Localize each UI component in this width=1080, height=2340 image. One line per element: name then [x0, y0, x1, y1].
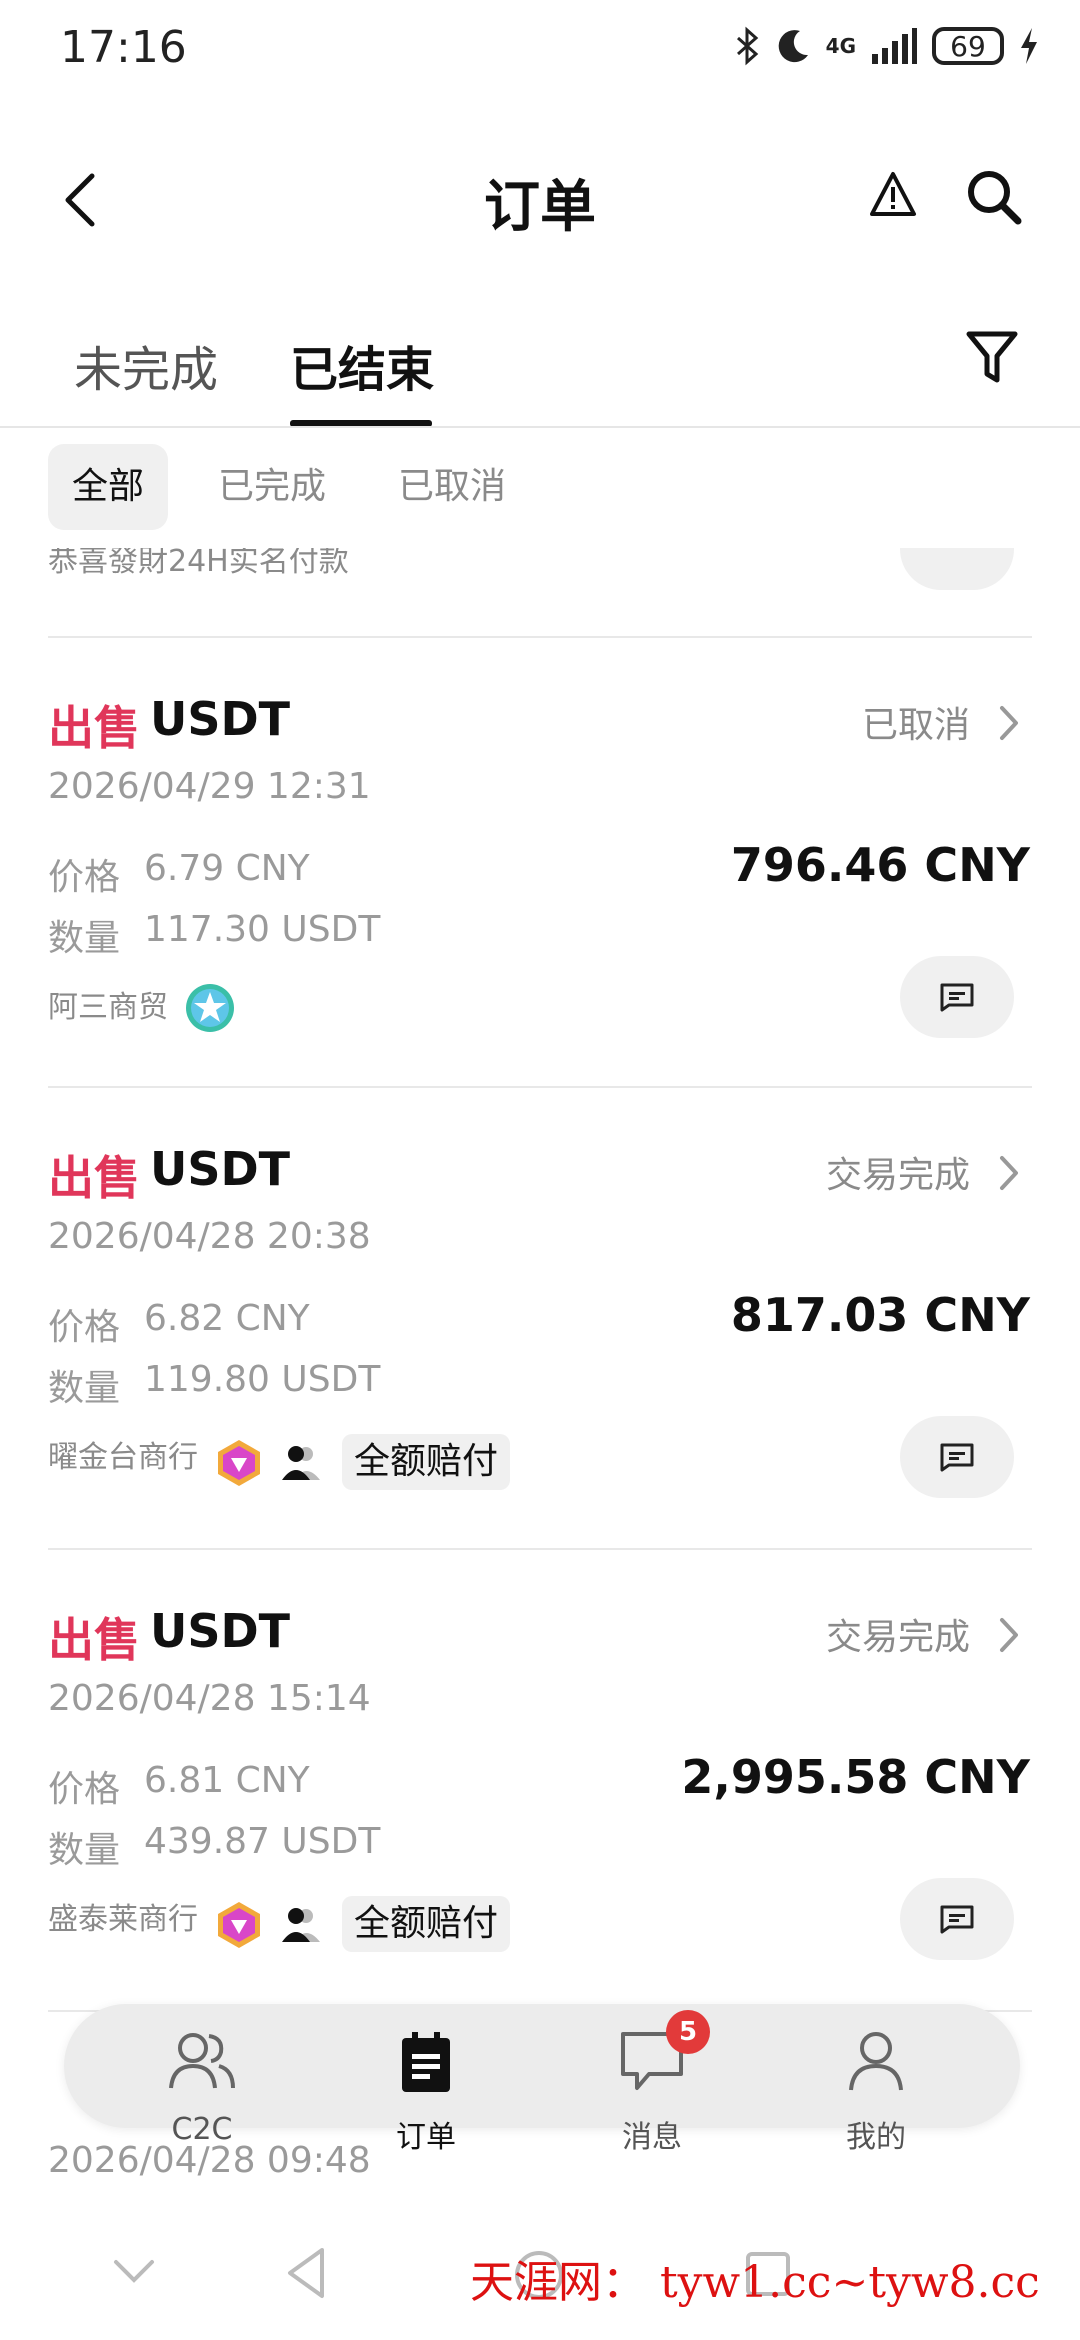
- order-status: 交易完成: [825, 1617, 970, 1658]
- system-back-icon[interactable]: [284, 2246, 328, 2300]
- merchant-name: 盛泰莱商行: [48, 1902, 198, 1937]
- chip-all[interactable]: 全部: [48, 444, 169, 530]
- order-asset: USDT: [150, 1604, 291, 1658]
- nav-label-orders: 订单: [396, 2120, 456, 2155]
- chat-button[interactable]: [900, 1878, 1014, 1960]
- price-label: 价格: [48, 857, 121, 898]
- nav-orders[interactable]: 订单: [346, 2030, 506, 2155]
- order-date: 2026/04/28 15:14: [48, 1678, 371, 1719]
- page-title: 订单: [484, 175, 596, 240]
- moon-icon: [778, 30, 808, 63]
- order-total: 2,995.58 CNY: [681, 1750, 1030, 1804]
- chip-cancelled[interactable]: 已取消: [374, 444, 530, 530]
- nav-c2c[interactable]: C2C: [122, 2030, 282, 2147]
- clipboard-icon: [402, 2032, 450, 2092]
- charging-icon: [1021, 28, 1037, 64]
- order-qty: 119.80 USDT: [144, 1359, 381, 1400]
- order-status: 交易完成: [825, 1155, 970, 1196]
- divider: [48, 1548, 1032, 1550]
- verified-user-icon: [282, 1446, 320, 1480]
- search-icon: [968, 171, 1022, 225]
- price-label: 价格: [48, 1769, 121, 1810]
- status-icons: 4G 69: [734, 26, 1040, 66]
- tab-ongoing[interactable]: 未完成: [74, 330, 218, 400]
- nav-label-messages: 消息: [622, 2120, 682, 2155]
- order-side: 出售: [48, 1613, 140, 1667]
- chat-button[interactable]: [900, 1416, 1014, 1498]
- network-label: 4G: [825, 34, 856, 58]
- users-icon: [169, 2033, 235, 2089]
- tabs-divider: [0, 426, 1080, 428]
- divider: [48, 1086, 1032, 1088]
- price-label: 价格: [48, 1307, 121, 1348]
- message-count-badge: 5: [666, 2010, 710, 2054]
- warning-button[interactable]: [868, 170, 918, 222]
- tab-finished[interactable]: 已结束: [290, 330, 434, 400]
- user-icon: [849, 2032, 903, 2091]
- order-status: 已取消: [861, 705, 970, 746]
- filter-icon: [966, 331, 1018, 383]
- signal-icon: [872, 28, 917, 64]
- merchant-name: 阿三商贸: [48, 990, 168, 1025]
- nav-label-profile: 我的: [846, 2120, 906, 2155]
- order-asset: USDT: [150, 692, 291, 746]
- order-date: 2026/04/28 20:38: [48, 1216, 371, 1257]
- order-side: 出售: [48, 1151, 140, 1205]
- qty-label: 数量: [48, 1830, 121, 1871]
- order-total: 817.03 CNY: [730, 1288, 1030, 1342]
- chat-icon: [940, 1443, 974, 1472]
- warning-icon: [870, 172, 916, 216]
- status-time: 17:16: [60, 22, 187, 73]
- battery-icon: 69: [932, 27, 1004, 65]
- qty-label: 数量: [48, 918, 121, 959]
- search-button[interactable]: [965, 168, 1023, 230]
- nav-label-c2c: C2C: [171, 2112, 233, 2147]
- verified-user-icon: [282, 1908, 320, 1942]
- chevron-right-icon: [1000, 1156, 1018, 1190]
- chat-icon: [940, 983, 974, 1012]
- order-price: 6.82 CNY: [144, 1298, 310, 1339]
- order-qty: 117.30 USDT: [144, 909, 381, 950]
- diamond-badge-icon: [218, 1902, 260, 1948]
- divider: [48, 636, 1032, 638]
- chevron-right-icon: [1000, 1618, 1018, 1652]
- bluetooth-icon: [736, 26, 758, 66]
- star-badge-icon: [186, 984, 234, 1032]
- qty-label: 数量: [48, 1368, 121, 1409]
- chevron-right-icon: [1000, 706, 1018, 740]
- order-asset: USDT: [150, 1142, 291, 1196]
- merchant-name: 曜金台商行: [48, 1440, 198, 1475]
- order-total: 796.46 CNY: [730, 838, 1030, 892]
- chip-completed[interactable]: 已完成: [194, 444, 350, 530]
- watermark-text: 天涯网： tyw1.cc~tyw8.cc: [470, 2257, 1040, 2308]
- order-price: 6.79 CNY: [144, 848, 310, 889]
- chat-icon: [940, 1905, 974, 1934]
- order-date: 2026/04/29 12:31: [48, 766, 371, 807]
- order-price: 6.81 CNY: [144, 1760, 310, 1801]
- chevron-down-icon[interactable]: [112, 2256, 156, 2286]
- chat-button[interactable]: [900, 956, 1014, 1038]
- order-qty: 439.87 USDT: [144, 1821, 381, 1862]
- filter-button[interactable]: [965, 328, 1019, 392]
- compensation-tag: 全额赔付: [342, 1434, 511, 1490]
- compensation-tag: 全额赔付: [342, 1896, 511, 1952]
- order-side: 出售: [48, 701, 140, 755]
- diamond-badge-icon: [218, 1440, 260, 1486]
- nav-profile[interactable]: 我的: [796, 2030, 956, 2155]
